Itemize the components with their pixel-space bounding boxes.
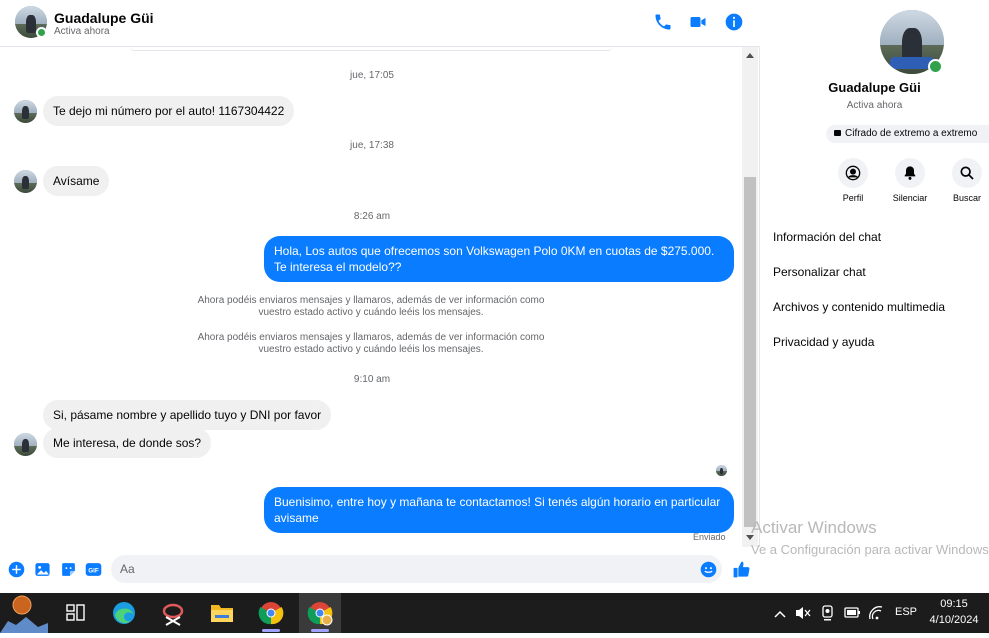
incoming-message[interactable]: Avísame xyxy=(43,166,110,196)
system-notice: Ahora podéis enviaros mensajes y llamaro… xyxy=(197,295,545,318)
clock-date: 4/10/2024 xyxy=(929,614,979,626)
running-indicator xyxy=(311,629,329,632)
video-icon[interactable] xyxy=(688,12,708,32)
chevron-up-icon xyxy=(774,610,786,618)
avatar-person xyxy=(22,106,29,120)
timestamp: jue, 17:05 xyxy=(350,70,394,81)
avatar-person xyxy=(26,14,36,33)
volume-muted-icon xyxy=(796,607,811,619)
profile-icon xyxy=(845,165,861,181)
previous-content-edge xyxy=(130,47,612,51)
message-input[interactable] xyxy=(111,555,722,583)
outgoing-message[interactable]: Hola, Los autos que ofrecemos son Volksw… xyxy=(264,236,734,282)
taskbar-clock[interactable]: 09:15 4/10/2024 xyxy=(924,596,984,628)
avatar-person xyxy=(719,468,724,475)
sent-status: Enviado xyxy=(693,532,726,542)
file-explorer-icon[interactable] xyxy=(201,593,243,633)
incoming-message[interactable]: Me interesa, de donde sos? xyxy=(43,428,212,458)
chat-header: Guadalupe Güi Activa ahora xyxy=(0,0,760,47)
online-indicator xyxy=(36,27,47,38)
system-notice: Ahora podéis enviaros mensajes y llamaro… xyxy=(197,332,545,355)
activation-watermark-title: Activar Windows xyxy=(751,518,877,537)
bell-icon xyxy=(904,166,916,180)
camera-icon xyxy=(822,605,833,621)
read-receipt-avatar xyxy=(716,465,727,476)
message-list[interactable]: jue, 17:05 Te dejo mi número por el auto… xyxy=(0,47,742,547)
search-button[interactable] xyxy=(952,158,982,188)
messenger-window: Guadalupe Güi Activa ahora jue, 17:05 Te… xyxy=(0,0,989,593)
search-label: Buscar xyxy=(952,193,981,203)
chrome-profile-icon[interactable] xyxy=(299,593,341,633)
menu-privacy-help[interactable]: Privacidad y ayuda xyxy=(773,335,874,349)
thumbs-up-icon[interactable] xyxy=(732,560,751,579)
photo-icon[interactable] xyxy=(34,561,51,578)
timestamp: 8:26 am xyxy=(353,211,391,222)
contact-status: Activa ahora xyxy=(54,26,110,37)
encryption-label: Cifrado de extremo a extremo xyxy=(845,128,978,139)
chrome-icon[interactable] xyxy=(250,593,292,633)
menu-chat-info[interactable]: Información del chat xyxy=(773,230,881,244)
timestamp: 9:10 am xyxy=(353,374,391,385)
menu-media-files[interactable]: Archivos y contenido multimedia xyxy=(773,300,945,314)
scroll-thumb[interactable] xyxy=(744,177,756,527)
weather-icon[interactable] xyxy=(0,593,48,633)
encryption-badge[interactable]: Cifrado de extremo a extremo xyxy=(826,125,989,143)
chat-panel: Guadalupe Güi Activa ahora jue, 17:05 Te… xyxy=(0,0,760,593)
clock-time: 09:15 xyxy=(940,598,968,610)
edge-icon[interactable] xyxy=(103,593,145,633)
outgoing-message[interactable]: Buenisimo, entre hoy y mañana te contact… xyxy=(264,487,734,533)
gif-icon[interactable]: GIF xyxy=(85,561,102,578)
plus-icon[interactable] xyxy=(8,561,25,578)
snipping-tool-icon[interactable] xyxy=(152,593,194,633)
incoming-message[interactable]: Si, pásame nombre y apellido tuyo y DNI … xyxy=(43,400,332,430)
language-indicator[interactable]: ESP xyxy=(895,606,917,618)
chat-details-panel: Guadalupe Güi Activa ahora Cifrado de ex… xyxy=(760,0,989,593)
battery-icon xyxy=(844,607,860,618)
message-avatar[interactable] xyxy=(14,100,37,123)
emoji-icon[interactable] xyxy=(700,561,717,578)
scroll-up-arrow[interactable] xyxy=(746,53,754,58)
profile-label: Perfil xyxy=(842,193,864,203)
search-icon xyxy=(960,166,974,180)
lock-icon xyxy=(834,130,841,136)
activation-watermark-text: Ve a Configuración para activar Windows. xyxy=(751,542,989,557)
profile-name: Guadalupe Güi xyxy=(828,80,921,95)
message-avatar[interactable] xyxy=(14,170,37,193)
message-scrollbar[interactable] xyxy=(742,47,758,547)
timestamp: jue, 17:38 xyxy=(350,140,394,151)
incoming-message[interactable]: Te dejo mi número por el auto! 116730442… xyxy=(43,96,295,126)
message-avatar[interactable] xyxy=(14,433,37,456)
running-indicator xyxy=(262,629,280,632)
profile-status: Activa ahora xyxy=(846,100,903,111)
profile-button[interactable] xyxy=(838,158,868,188)
phone-icon[interactable] xyxy=(653,12,673,32)
wifi-icon xyxy=(869,606,883,620)
menu-customize-chat[interactable]: Personalizar chat xyxy=(773,265,866,279)
message-composer: GIF xyxy=(0,547,760,593)
task-view-icon[interactable] xyxy=(54,593,96,633)
mute-button[interactable] xyxy=(895,158,925,188)
contact-name[interactable]: Guadalupe Güi xyxy=(54,10,154,26)
svg-text:GIF: GIF xyxy=(88,567,99,574)
windows-taskbar: ESP 09:15 4/10/2024 xyxy=(0,593,989,633)
avatar-person xyxy=(22,176,29,190)
online-indicator xyxy=(928,59,943,74)
avatar-person xyxy=(22,439,29,453)
info-icon[interactable] xyxy=(724,12,744,32)
mute-label: Silenciar xyxy=(892,193,928,203)
sticker-icon[interactable] xyxy=(60,561,77,578)
